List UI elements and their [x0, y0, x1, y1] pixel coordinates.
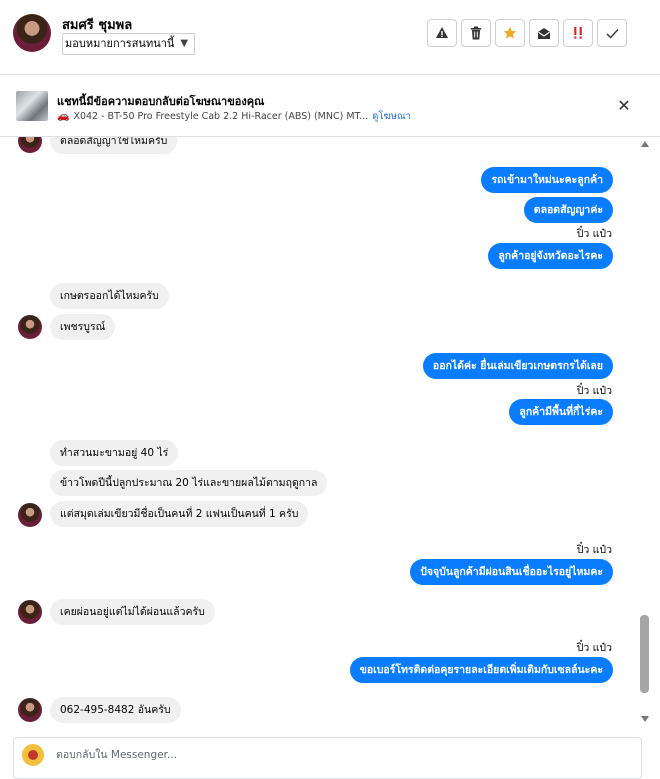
star-button[interactable]: [495, 19, 525, 47]
conversation-header: สมศรี ชุมพล มอบหมายการสนทนานี้ ▼: [0, 0, 660, 75]
message-outgoing: ลูกค้าอยู่จังหวัดอะไรคะ: [488, 243, 613, 269]
contact-avatar-small: [18, 137, 42, 153]
message-incoming: ข้าวโพดปีนี้ปลูกประมาณ 20 ไร่และขายผลไม้…: [50, 470, 328, 496]
important-button[interactable]: [563, 19, 593, 47]
message-incoming: 062-495-8482 อันครับ: [50, 697, 181, 723]
ad-reply-banner: แชทนี้มีข้อความตอบกลับต่อโฆษณาของคุณ 🚗 X…: [0, 75, 660, 137]
ad-banner-title: แชทนี้มีข้อความตอบกลับต่อโฆษณาของคุณ: [57, 95, 265, 108]
message-incoming: ทำสวนมะขามอยู่ 40 ไร่: [50, 440, 179, 466]
mark-done-button[interactable]: [597, 19, 627, 47]
reply-composer: [13, 737, 642, 779]
assign-label: มอบหมายการสนทนานี้: [65, 37, 175, 50]
scroll-up-arrow-icon[interactable]: [641, 141, 649, 147]
message-incoming: เกษตรออกได้ไหมครับ: [50, 283, 169, 309]
message-incoming: ตลอดสัญญาใช่ไหมครับ: [50, 137, 178, 154]
message-thread[interactable]: ตลอดสัญญาใช่ไหมครับ รถเข้ามาใหม่นะคะลูกค…: [0, 137, 638, 727]
message-incoming: เคยผ่อนอยู่แต่ไม่ได้ผ่อนแล้วครับ: [50, 599, 215, 625]
spam-button[interactable]: [427, 19, 457, 47]
message-outgoing: รถเข้ามาใหม่นะคะลูกค้า: [481, 167, 613, 193]
contact-avatar-small: [18, 503, 42, 527]
ad-banner-subtitle: 🚗 X042 - BT-50 Pro Freestyle Cab 2.2 Hi-…: [57, 109, 411, 124]
mark-unread-button[interactable]: [529, 19, 559, 47]
ad-name: X042 - BT-50 Pro Freestyle Cab 2.2 Hi-Ra…: [73, 111, 369, 122]
close-icon[interactable]: ✕: [614, 96, 634, 116]
message-outgoing: ปัจจุบันลูกค้ามีผ่อนสินเชื่ออะไรอยู่ไหมค…: [410, 559, 613, 585]
contact-avatar[interactable]: [13, 14, 51, 52]
warning-icon: [436, 27, 448, 38]
assign-conversation-dropdown[interactable]: มอบหมายการสนทนานี้ ▼: [62, 33, 196, 55]
contact-avatar-small: [18, 698, 42, 722]
conversation-actions: [427, 19, 627, 47]
message-outgoing: ตลอดสัญญาค่ะ: [523, 197, 613, 223]
ad-thumbnail[interactable]: [16, 91, 48, 121]
message-outgoing: ขอเบอร์โทรติดต่อคุยรายละเอียดเพิ่มเติมกั…: [349, 657, 613, 683]
sender-label: ปิ๋ว แป๋ว: [576, 544, 612, 556]
chevron-down-icon: ▼: [180, 38, 189, 49]
check-icon: [606, 28, 619, 39]
envelope-open-icon: [538, 27, 550, 39]
message-outgoing: ลูกค้ามีพื้นที่กี่ไร่คะ: [509, 399, 613, 425]
message-incoming: เพชรบูรณ์: [50, 314, 116, 340]
sender-label: ปิ๋ว แป๋ว: [576, 385, 612, 397]
star-icon: [503, 26, 517, 39]
sender-label: ปิ๋ว แป๋ว: [576, 228, 612, 240]
scrollbar-thumb[interactable]: [640, 615, 649, 693]
contact-avatar-small: [18, 315, 42, 339]
scroll-down-arrow-icon[interactable]: [641, 716, 649, 722]
delete-button[interactable]: [461, 19, 491, 47]
message-outgoing: ออกได้ค่ะ ยื่นเล่มเขียวเกษตรกรได้เลย: [422, 353, 613, 379]
trash-icon: [471, 26, 481, 40]
car-icon: 🚗: [57, 111, 70, 122]
message-incoming: แต่สมุดเล่มเขียวมีชื่อเป็นคนที่ 2 แฟนเป็…: [50, 501, 309, 527]
exclamation-icon: [574, 27, 582, 39]
view-ad-link[interactable]: ดูโฆษณา: [372, 109, 411, 124]
user-avatar-icon: [22, 744, 44, 766]
sender-label: ปิ๋ว แป๋ว: [576, 642, 612, 654]
contact-name[interactable]: สมศรี ชุมพล: [62, 14, 132, 35]
contact-avatar-small: [18, 600, 42, 624]
reply-input[interactable]: [54, 748, 618, 762]
